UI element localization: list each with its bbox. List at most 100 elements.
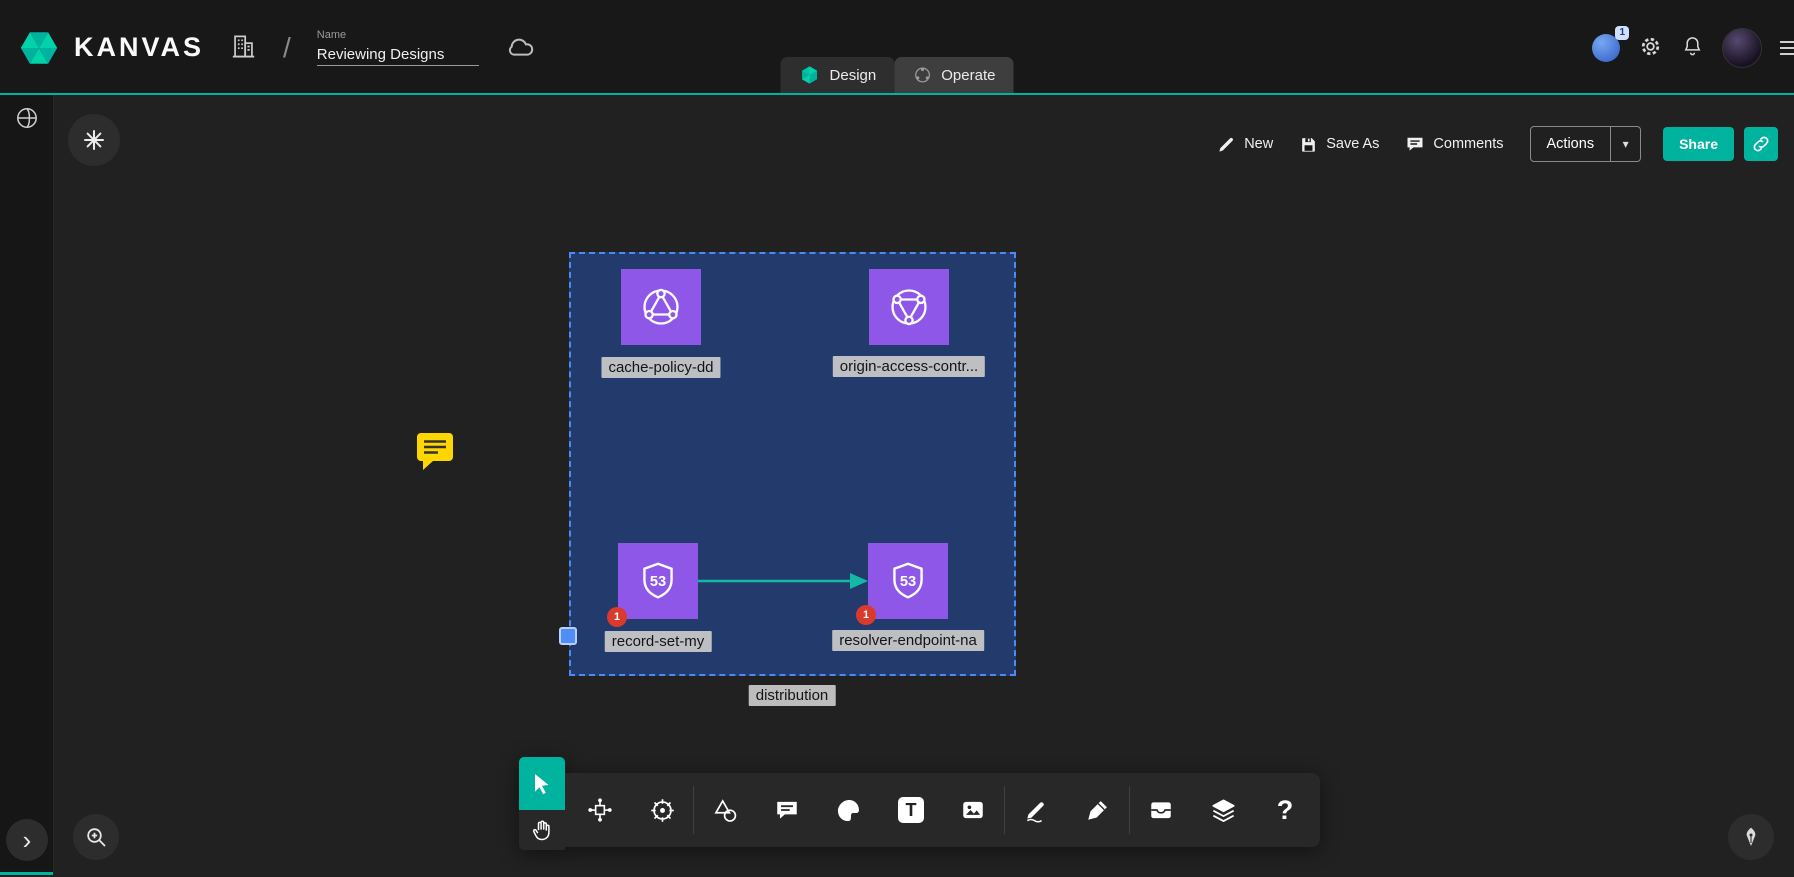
group-label-distribution[interactable]: distribution: [749, 685, 836, 706]
hand-icon: [530, 818, 554, 842]
comment-pin-icon[interactable]: [414, 431, 456, 476]
cloudfront-cache-policy-icon: [638, 284, 684, 330]
image-tool[interactable]: [942, 773, 1004, 847]
layers-tool[interactable]: [1192, 773, 1254, 847]
sticker-tool[interactable]: [818, 773, 880, 847]
edge-arrow[interactable]: [694, 565, 874, 597]
svg-text:53: 53: [650, 574, 666, 590]
tab-operate[interactable]: Operate: [894, 57, 1013, 93]
comment-icon: [774, 797, 800, 823]
svg-text:53: 53: [900, 574, 916, 590]
kanvas-logo-icon: [16, 25, 62, 71]
node-label-record-set[interactable]: record-set-my: [605, 631, 712, 652]
cloud-sync-icon[interactable]: [505, 33, 537, 62]
node-record-set[interactable]: 53: [618, 543, 698, 619]
tab-design[interactable]: Design: [781, 57, 895, 93]
comments-button[interactable]: Comments: [1405, 134, 1503, 154]
sidebar-expand-button[interactable]: ›: [6, 819, 48, 861]
signature-pen-button[interactable]: [1728, 814, 1774, 860]
pen-tool[interactable]: [1067, 773, 1129, 847]
notification-count-badge: 1: [1615, 26, 1629, 40]
app-title: KANVAS: [74, 32, 204, 63]
node-origin-access-control[interactable]: [869, 269, 949, 345]
sidebar-accent-line: [0, 872, 53, 875]
drawer-icon: [1148, 797, 1174, 823]
chevron-right-icon: ›: [23, 825, 32, 855]
new-button[interactable]: New: [1217, 135, 1273, 154]
selection-resize-handle[interactable]: [559, 627, 577, 645]
actions-split-button: Actions ▾: [1530, 126, 1642, 162]
archive-tool[interactable]: [1130, 773, 1192, 847]
operate-tab-icon: [912, 65, 932, 85]
text-tool-icon: T: [898, 797, 924, 823]
zoom-button[interactable]: [73, 814, 119, 860]
comment-tool[interactable]: [756, 773, 818, 847]
organization-building-icon[interactable]: [230, 33, 257, 63]
helm-wheel-icon: [649, 797, 676, 824]
text-tool[interactable]: T: [880, 773, 942, 847]
design-name-input[interactable]: [317, 44, 479, 66]
tools-dock: T: [519, 757, 1320, 850]
tools-dock-bar: T: [565, 773, 1320, 847]
pan-hand-tool[interactable]: [519, 810, 565, 850]
canvas-menu-button[interactable]: [68, 114, 120, 166]
kanvas-logo[interactable]: KANVAS: [16, 25, 204, 71]
pencil-draw-icon: [1023, 797, 1049, 823]
kubernetes-tool[interactable]: [631, 773, 693, 847]
layers-icon: [1210, 797, 1237, 824]
node-label-origin-access-control[interactable]: origin-access-contr...: [833, 356, 985, 377]
node-resolver-endpoint[interactable]: 53: [868, 543, 948, 619]
chevron-down-icon: ▾: [1623, 137, 1629, 151]
route53-shield-icon: 53: [886, 559, 930, 603]
hamburger-menu-icon[interactable]: [1780, 41, 1794, 55]
save-as-button[interactable]: Save As: [1299, 135, 1379, 154]
node-badge-resolver-endpoint[interactable]: 1: [856, 605, 876, 625]
mode-tabs: Design Operate: [781, 57, 1014, 93]
tab-operate-label: Operate: [941, 67, 995, 84]
origin-access-control-icon: [886, 284, 932, 330]
tab-design-label: Design: [830, 67, 877, 84]
notifications-bell-icon[interactable]: [1681, 35, 1704, 61]
canvas-toolbar: New Save As Comments Actions: [1217, 126, 1778, 162]
actions-button[interactable]: Actions: [1530, 126, 1612, 162]
app-header: KANVAS / Name De: [0, 0, 1794, 95]
copy-link-button[interactable]: [1744, 127, 1778, 161]
new-button-label: New: [1244, 136, 1273, 152]
settings-gear-icon[interactable]: [1638, 34, 1663, 62]
workspace-globe-icon[interactable]: [14, 105, 40, 136]
route53-shield-icon: 53: [636, 559, 680, 603]
shapes-icon: [712, 797, 739, 824]
node-badge-record-set[interactable]: 1: [607, 607, 627, 627]
design-canvas[interactable]: New Save As Comments Actions: [54, 95, 1794, 875]
share-button[interactable]: Share: [1663, 127, 1734, 161]
sticker-blob-icon: [836, 797, 862, 823]
floppy-disk-icon: [1299, 135, 1318, 154]
pencil-icon: [1217, 135, 1236, 154]
select-cursor-tool[interactable]: [519, 757, 565, 810]
question-mark-icon: ?: [1277, 795, 1294, 826]
pen-edit-icon: [1085, 797, 1111, 823]
actions-dropdown-caret[interactable]: ▾: [1611, 126, 1641, 162]
zoom-in-magnifier-icon: [84, 825, 108, 849]
asterisk-menu-icon: [82, 128, 106, 152]
node-cache-policy[interactable]: [621, 269, 701, 345]
node-label-cache-policy[interactable]: cache-policy-dd: [601, 357, 720, 378]
pen-nib-icon: [1739, 825, 1763, 849]
help-tool[interactable]: ?: [1254, 773, 1316, 847]
breadcrumb-separator: /: [283, 32, 291, 64]
cursor-arrow-icon: [530, 772, 554, 796]
image-icon: [960, 797, 986, 823]
left-sidebar: ›: [0, 95, 54, 875]
main-area: › New Save As: [0, 95, 1794, 875]
design-name-field: Name: [317, 29, 479, 66]
design-tab-icon: [799, 64, 821, 86]
component-tool[interactable]: [569, 773, 631, 847]
pencil-tool[interactable]: [1005, 773, 1067, 847]
node-label-resolver-endpoint[interactable]: resolver-endpoint-na: [832, 630, 984, 651]
avatar[interactable]: [1722, 28, 1762, 68]
shapes-tool[interactable]: [694, 773, 756, 847]
comment-bubble-icon: [1405, 134, 1425, 154]
design-name-label: Name: [317, 29, 479, 41]
environment-icon[interactable]: 1: [1592, 34, 1620, 62]
component-icon: [587, 797, 613, 823]
